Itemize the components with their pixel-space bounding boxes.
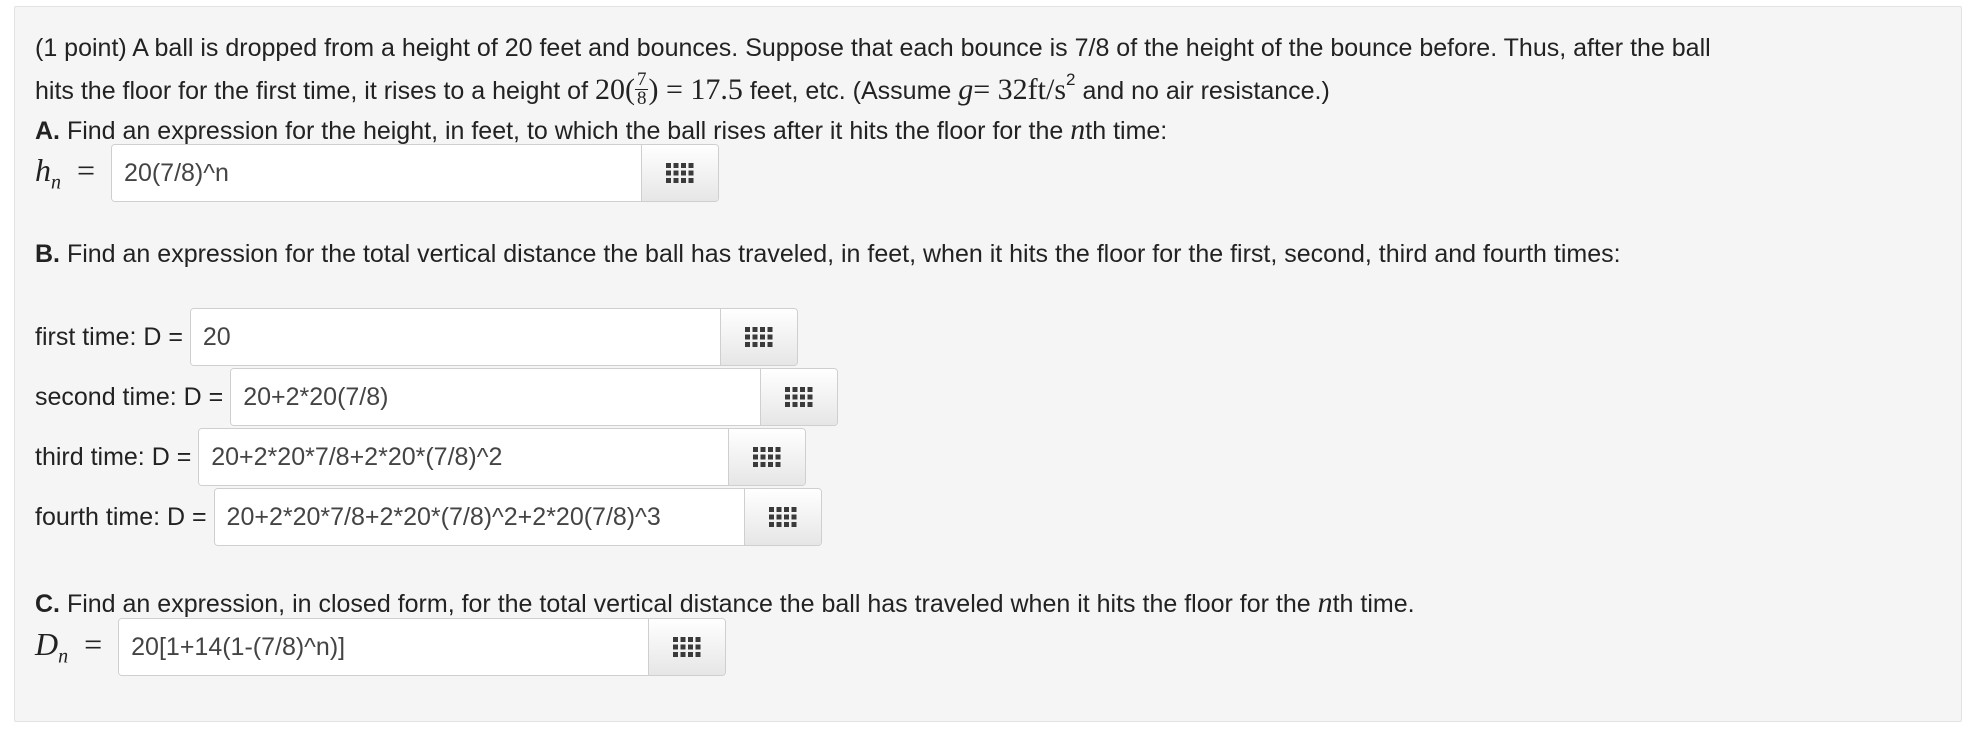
intro-line-1: (1 point) A ball is dropped from a heigh… (35, 34, 1711, 62)
equation-editor-button-a[interactable] (641, 145, 719, 201)
part-b-row-second: second time: D = (35, 368, 839, 426)
equation-editor-button-b1[interactable] (720, 309, 797, 365)
part-b-row-third: third time: D = (35, 428, 807, 486)
part-a-prompt: A. Find an expression for the height, in… (35, 113, 1168, 146)
grid-icon (666, 163, 694, 183)
first-time-field (189, 308, 798, 366)
part-b-row-fourth: fourth time: D = (35, 488, 822, 546)
grid-icon (744, 327, 773, 347)
part-a-answer-row: hn = (35, 144, 720, 202)
third-time-field (198, 428, 807, 486)
part-b-row-first: first time: D = (35, 308, 798, 366)
problem-container: (1 point) A ball is dropped from a heigh… (14, 6, 1962, 722)
grid-icon (673, 637, 701, 657)
second-time-input[interactable] (231, 369, 761, 425)
equation-editor-button-b4[interactable] (743, 489, 821, 545)
fourth-time-input[interactable] (214, 489, 744, 545)
part-b-prompt: B. Find an expression for the total vert… (35, 240, 1621, 268)
grid-icon (785, 387, 813, 407)
first-time-input[interactable] (190, 309, 721, 365)
fourth-time-field (213, 488, 822, 546)
equation-editor-button-b2[interactable] (760, 369, 838, 425)
part-a-answer-input[interactable] (112, 145, 642, 201)
part-a-answer-field (111, 144, 720, 202)
part-c-lhs: Dn = (35, 625, 103, 668)
grid-icon (753, 447, 781, 467)
equation-editor-button-b3[interactable] (728, 429, 806, 485)
second-time-field (230, 368, 839, 426)
part-c-prompt: C. Find an expression, in closed form, f… (35, 586, 1415, 619)
intro-line-2: hits the floor for the first time, it ri… (35, 68, 1330, 109)
part-c-answer-field (118, 618, 727, 676)
part-c-answer-input[interactable] (119, 619, 649, 675)
equation-editor-button-c[interactable] (648, 619, 726, 675)
third-time-input[interactable] (199, 429, 729, 485)
grid-icon (768, 507, 797, 527)
part-c-answer-row: Dn = (35, 618, 727, 676)
fraction-seven-eighths: 78 (634, 68, 649, 109)
problem-statement: (1 point) A ball is dropped from a heigh… (35, 27, 1935, 115)
part-a-lhs: hn = (35, 151, 96, 194)
